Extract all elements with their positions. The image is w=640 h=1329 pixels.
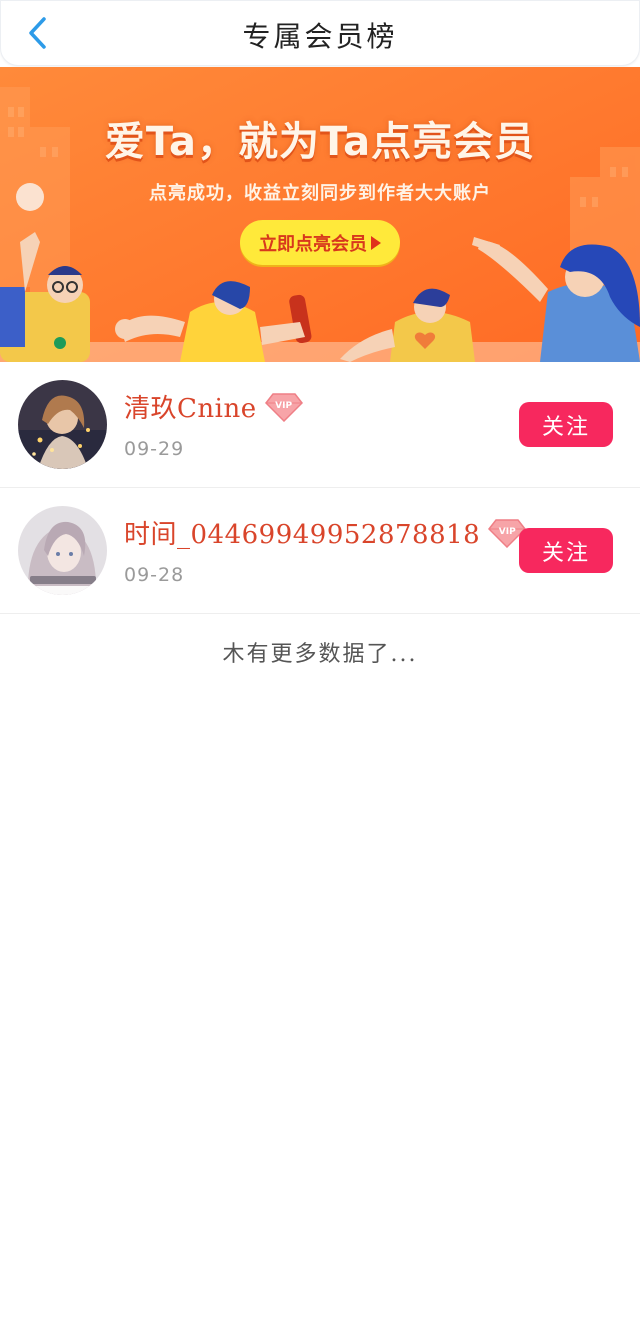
follow-button[interactable]: 关注: [519, 528, 613, 573]
top-nav-bar: 专属会员榜: [0, 0, 640, 66]
banner-headline: 爱Ta，就为Ta点亮会员: [104, 119, 536, 165]
username[interactable]: 时间_0446994995287881​8: [124, 514, 480, 551]
play-arrow-icon: [371, 235, 381, 250]
list-item[interactable]: 清玖Cnine VIP 09-29 关注: [0, 362, 640, 488]
promo-banner[interactable]: 爱Ta，就为Ta点亮会员 点亮成功，收益立刻同步到作者大大账户 立即点亮会员: [0, 67, 640, 362]
join-date: 09-29: [124, 438, 185, 460]
no-more-data-text: 木有更多数据了...: [222, 642, 418, 667]
member-list: 清玖Cnine VIP 09-29 关注 时间_0446994995287881…: [0, 362, 640, 614]
banner-subtitle: 点亮成功，收益立刻同步到作者大大账户: [149, 183, 491, 204]
light-up-membership-button[interactable]: 立即点亮会员: [240, 220, 400, 265]
follow-button[interactable]: 关注: [519, 402, 613, 447]
list-item[interactable]: 时间_0446994995287881​8 VIP 09-28 关注: [0, 488, 640, 614]
vip-diamond-icon: VIP: [264, 392, 303, 422]
avatar[interactable]: [18, 506, 107, 595]
avatar[interactable]: [18, 380, 107, 469]
page-title: 专属会员榜: [242, 20, 398, 53]
cta-label: 立即点亮会员: [259, 233, 367, 255]
join-date: 09-28: [124, 564, 185, 586]
vip-badge-label: VIP: [275, 400, 293, 411]
username[interactable]: 清玖Cnine: [124, 388, 257, 425]
